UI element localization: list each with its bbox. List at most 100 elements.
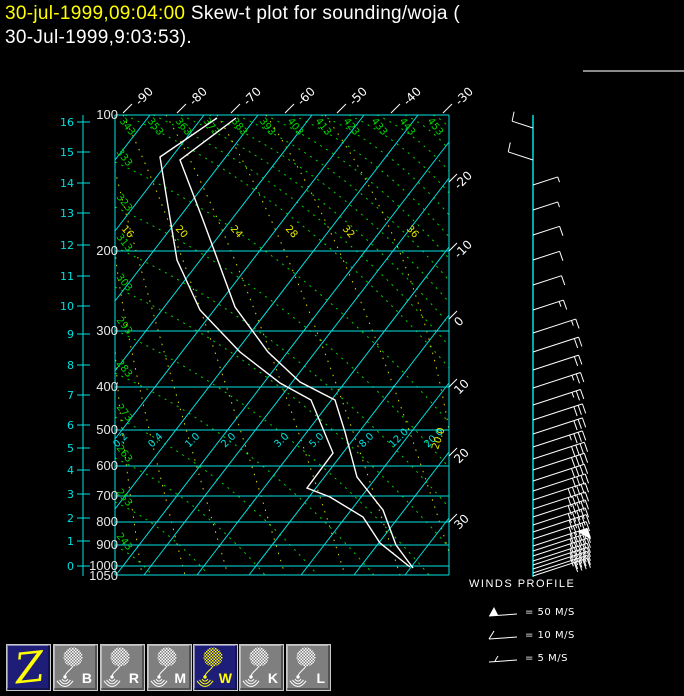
moist-adiabat — [122, 114, 286, 576]
height-label: 13 — [60, 207, 74, 220]
wind-barb-staff — [532, 430, 583, 448]
skewt-plot-canvas: 1615141312111098765432101002003004005006… — [60, 84, 592, 583]
wind-barb-staff — [532, 514, 587, 533]
wind-barb-staff — [532, 452, 585, 471]
wind-barb-feather — [581, 417, 587, 428]
wind-barb-half-feather — [571, 375, 575, 381]
toolbar-button-m[interactable]: M — [147, 644, 192, 691]
wind-barb-feather — [580, 389, 585, 400]
top-temp-label: -90 — [132, 84, 156, 108]
dry-adiabat — [114, 286, 450, 548]
wind-profile — [507, 111, 592, 577]
dewpoint-trace — [159, 117, 411, 568]
wind-barb-staff — [532, 275, 562, 286]
mixing-ratio-label: 2.0 — [219, 431, 238, 450]
pressure-label: 1050 — [89, 568, 118, 583]
wind-barb-half-feather — [569, 434, 572, 441]
wind-barb-feather — [561, 275, 566, 286]
wind-barb-half-feather — [558, 301, 562, 307]
toolbar-button-letter: B — [81, 670, 92, 686]
wind-barb-staff — [532, 299, 564, 311]
moist-adiabat-label: 20 — [173, 224, 190, 241]
wind-barb-feather — [584, 482, 590, 493]
theta-top-label: 353 — [145, 116, 165, 138]
theta-top-label: 413 — [313, 116, 333, 138]
isotherm — [114, 114, 365, 440]
theta-top-label: 453 — [425, 116, 445, 138]
winds-profile-title: WINDS PROFILE — [469, 578, 576, 590]
moist-adiabat-label: 24 — [228, 224, 245, 241]
height-label: 3 — [67, 488, 74, 501]
wind-barb-half-feather — [557, 201, 560, 208]
wind-barb-feather — [578, 354, 583, 365]
toolbar-button-w[interactable]: W — [193, 644, 238, 691]
theta-left-label: 303 — [114, 272, 134, 294]
wind-barb-feather — [584, 473, 590, 484]
theta-top-label: 343 — [117, 116, 137, 138]
height-label: 5 — [67, 442, 74, 455]
dry-adiabat — [208, 114, 450, 303]
toolbar-button-r[interactable]: R — [100, 644, 145, 691]
wind-barb-staff — [508, 151, 534, 161]
wind-barb-staff — [532, 403, 583, 421]
top-temp-label: -30 — [452, 84, 476, 108]
wind-barb-feather — [573, 356, 579, 367]
pressure-label: 500 — [96, 422, 118, 437]
right-temp-label: 20 — [451, 445, 472, 466]
wind-barb-staff — [532, 201, 558, 211]
wind-barb-feather — [583, 464, 589, 474]
theta-top-label: 403 — [285, 116, 305, 138]
wind-barb-feather — [559, 251, 564, 261]
right-temp-label: 30 — [451, 511, 472, 532]
toolbar-button-b[interactable]: B — [53, 644, 98, 691]
toolbar: Z BRMWK L — [0, 642, 684, 693]
legend-label: = 10 M/S — [525, 629, 575, 641]
moist-adiabat-label: 36 — [404, 224, 421, 241]
top-temp-label: -40 — [400, 84, 424, 108]
wind-barb-staff — [511, 120, 534, 129]
top-temp-label: -70 — [240, 84, 264, 108]
moist-adiabat — [265, 114, 450, 553]
wind-barb-feather — [581, 430, 587, 441]
wind-barb-feather — [580, 372, 585, 383]
wind-barb-feather — [573, 338, 579, 349]
theta-top-label: 433 — [369, 116, 389, 138]
wind-barb-feather — [579, 454, 584, 465]
flag-icon — [488, 607, 518, 617]
dry-adiabat — [180, 114, 450, 325]
wind-barb-feather — [575, 466, 580, 477]
app-window: 30-jul-1999,09:04:00 Skew-t plot for sou… — [0, 0, 684, 696]
right-temp-label: 0 — [451, 314, 466, 329]
height-label: 4 — [67, 464, 74, 477]
pressure-label: 600 — [96, 458, 118, 473]
toolbar-button-l[interactable]: L — [286, 644, 331, 691]
top-temp-tick — [336, 103, 347, 114]
moist-adiabat-label: 28 — [283, 224, 300, 241]
toolbar-button-letter: L — [316, 670, 325, 686]
moist-adiabat — [324, 114, 450, 431]
height-label: 9 — [67, 328, 74, 341]
top-temp-axis: -90 -80 -70 -60 -50 -40 -30 — [122, 84, 476, 114]
wind-barb-feather — [507, 142, 511, 153]
right-temp-label: -10 — [451, 237, 475, 261]
toolbar-button-k[interactable]: K — [239, 644, 284, 691]
wind-barb-feather — [511, 111, 515, 122]
height-label: 1 — [67, 535, 74, 548]
wind-barb-feather — [575, 444, 580, 455]
wind-barb-staff — [532, 463, 585, 482]
moist-adiabat-label: 32 — [340, 224, 357, 241]
theta-top-label: 383 — [229, 116, 249, 138]
toolbar-button-z[interactable]: Z — [6, 642, 51, 693]
wind-barb-feather — [575, 390, 580, 401]
height-label: 7 — [67, 389, 74, 402]
height-label: 10 — [60, 300, 74, 313]
theta-left-label: 273 — [114, 402, 134, 424]
mixing-ratio-label: 5.0 — [307, 431, 326, 450]
top-temp-label: -80 — [186, 84, 210, 108]
wind-barb-half-feather — [557, 176, 560, 183]
wind-barb-feather — [579, 465, 584, 476]
wind-barb-staff — [532, 318, 576, 334]
wind-barb-staff — [532, 507, 586, 526]
wind-barb-feather — [579, 443, 584, 454]
pressure-label: 400 — [96, 379, 118, 394]
